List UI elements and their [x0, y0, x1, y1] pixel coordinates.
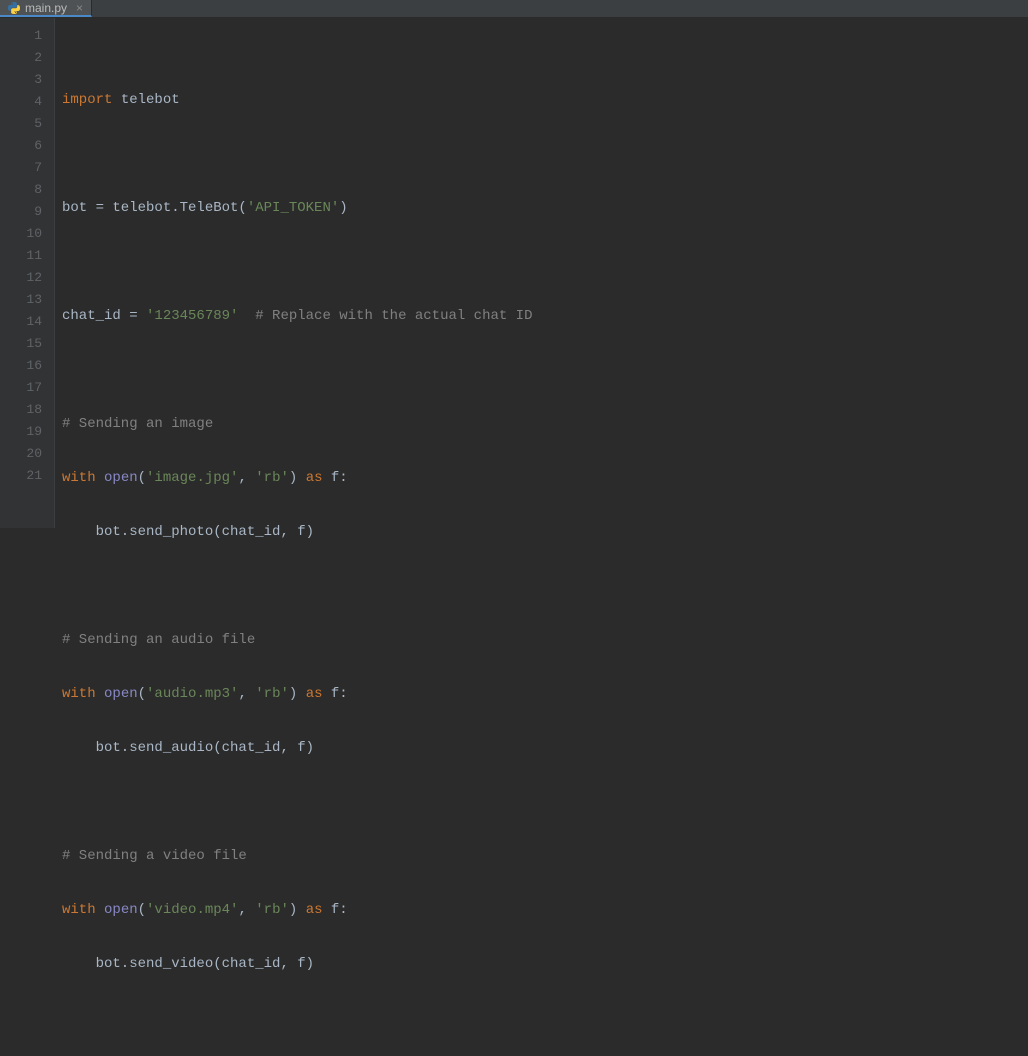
code-line [62, 1007, 1028, 1029]
code-editor[interactable]: 1 2 3 4 5 6 7 8 9 10 11 12 13 14 15 16 1… [0, 18, 1028, 528]
code-line: with open('video.mp4', 'rb') as f: [62, 899, 1028, 921]
code-line [62, 143, 1028, 165]
line-number: 6 [0, 135, 54, 157]
line-number: 9 [0, 201, 54, 223]
line-number: 19 [0, 421, 54, 443]
gutter: 1 2 3 4 5 6 7 8 9 10 11 12 13 14 15 16 1… [0, 18, 54, 528]
line-number: 11 [0, 245, 54, 267]
line-number: 3 [0, 69, 54, 91]
line-number: 12 [0, 267, 54, 289]
close-icon[interactable]: × [76, 1, 83, 15]
line-number: 21 [0, 465, 54, 487]
line-number: 15 [0, 333, 54, 355]
code-line: chat_id = '123456789' # Replace with the… [62, 305, 1028, 327]
tab-main-py[interactable]: main.py × [0, 0, 92, 17]
line-number: 16 [0, 355, 54, 377]
python-file-icon [8, 2, 20, 14]
code-line [62, 575, 1028, 597]
line-number: 10 [0, 223, 54, 245]
code-line [62, 251, 1028, 273]
code-line: # Sending a video file [62, 845, 1028, 867]
code-line [62, 359, 1028, 381]
code-line: # Sending an image [62, 413, 1028, 435]
code-line: bot.send_video(chat_id, f) [62, 953, 1028, 975]
code-line: bot.send_audio(chat_id, f) [62, 737, 1028, 759]
code-line: import telebot [62, 89, 1028, 111]
code-line: # Sending an audio file [62, 629, 1028, 651]
line-number: 1 [0, 25, 54, 47]
code-line: with open('image.jpg', 'rb') as f: [62, 467, 1028, 489]
line-number: 7 [0, 157, 54, 179]
line-number: 14 [0, 311, 54, 333]
code-area[interactable]: import telebot bot = telebot.TeleBot('AP… [54, 18, 1028, 528]
line-number: 5 [0, 113, 54, 135]
line-number: 4 [0, 91, 54, 113]
tab-filename: main.py [25, 1, 67, 15]
code-line [62, 791, 1028, 813]
line-number: 18 [0, 399, 54, 421]
code-line: bot = telebot.TeleBot('API_TOKEN') [62, 197, 1028, 219]
line-number: 8 [0, 179, 54, 201]
tab-bar: main.py × [0, 0, 1028, 18]
line-number: 13 [0, 289, 54, 311]
line-number: 20 [0, 443, 54, 465]
indent-guide [54, 18, 55, 528]
code-line: bot.send_photo(chat_id, f) [62, 521, 1028, 543]
line-number: 17 [0, 377, 54, 399]
line-number: 2 [0, 47, 54, 69]
code-line: with open('audio.mp3', 'rb') as f: [62, 683, 1028, 705]
